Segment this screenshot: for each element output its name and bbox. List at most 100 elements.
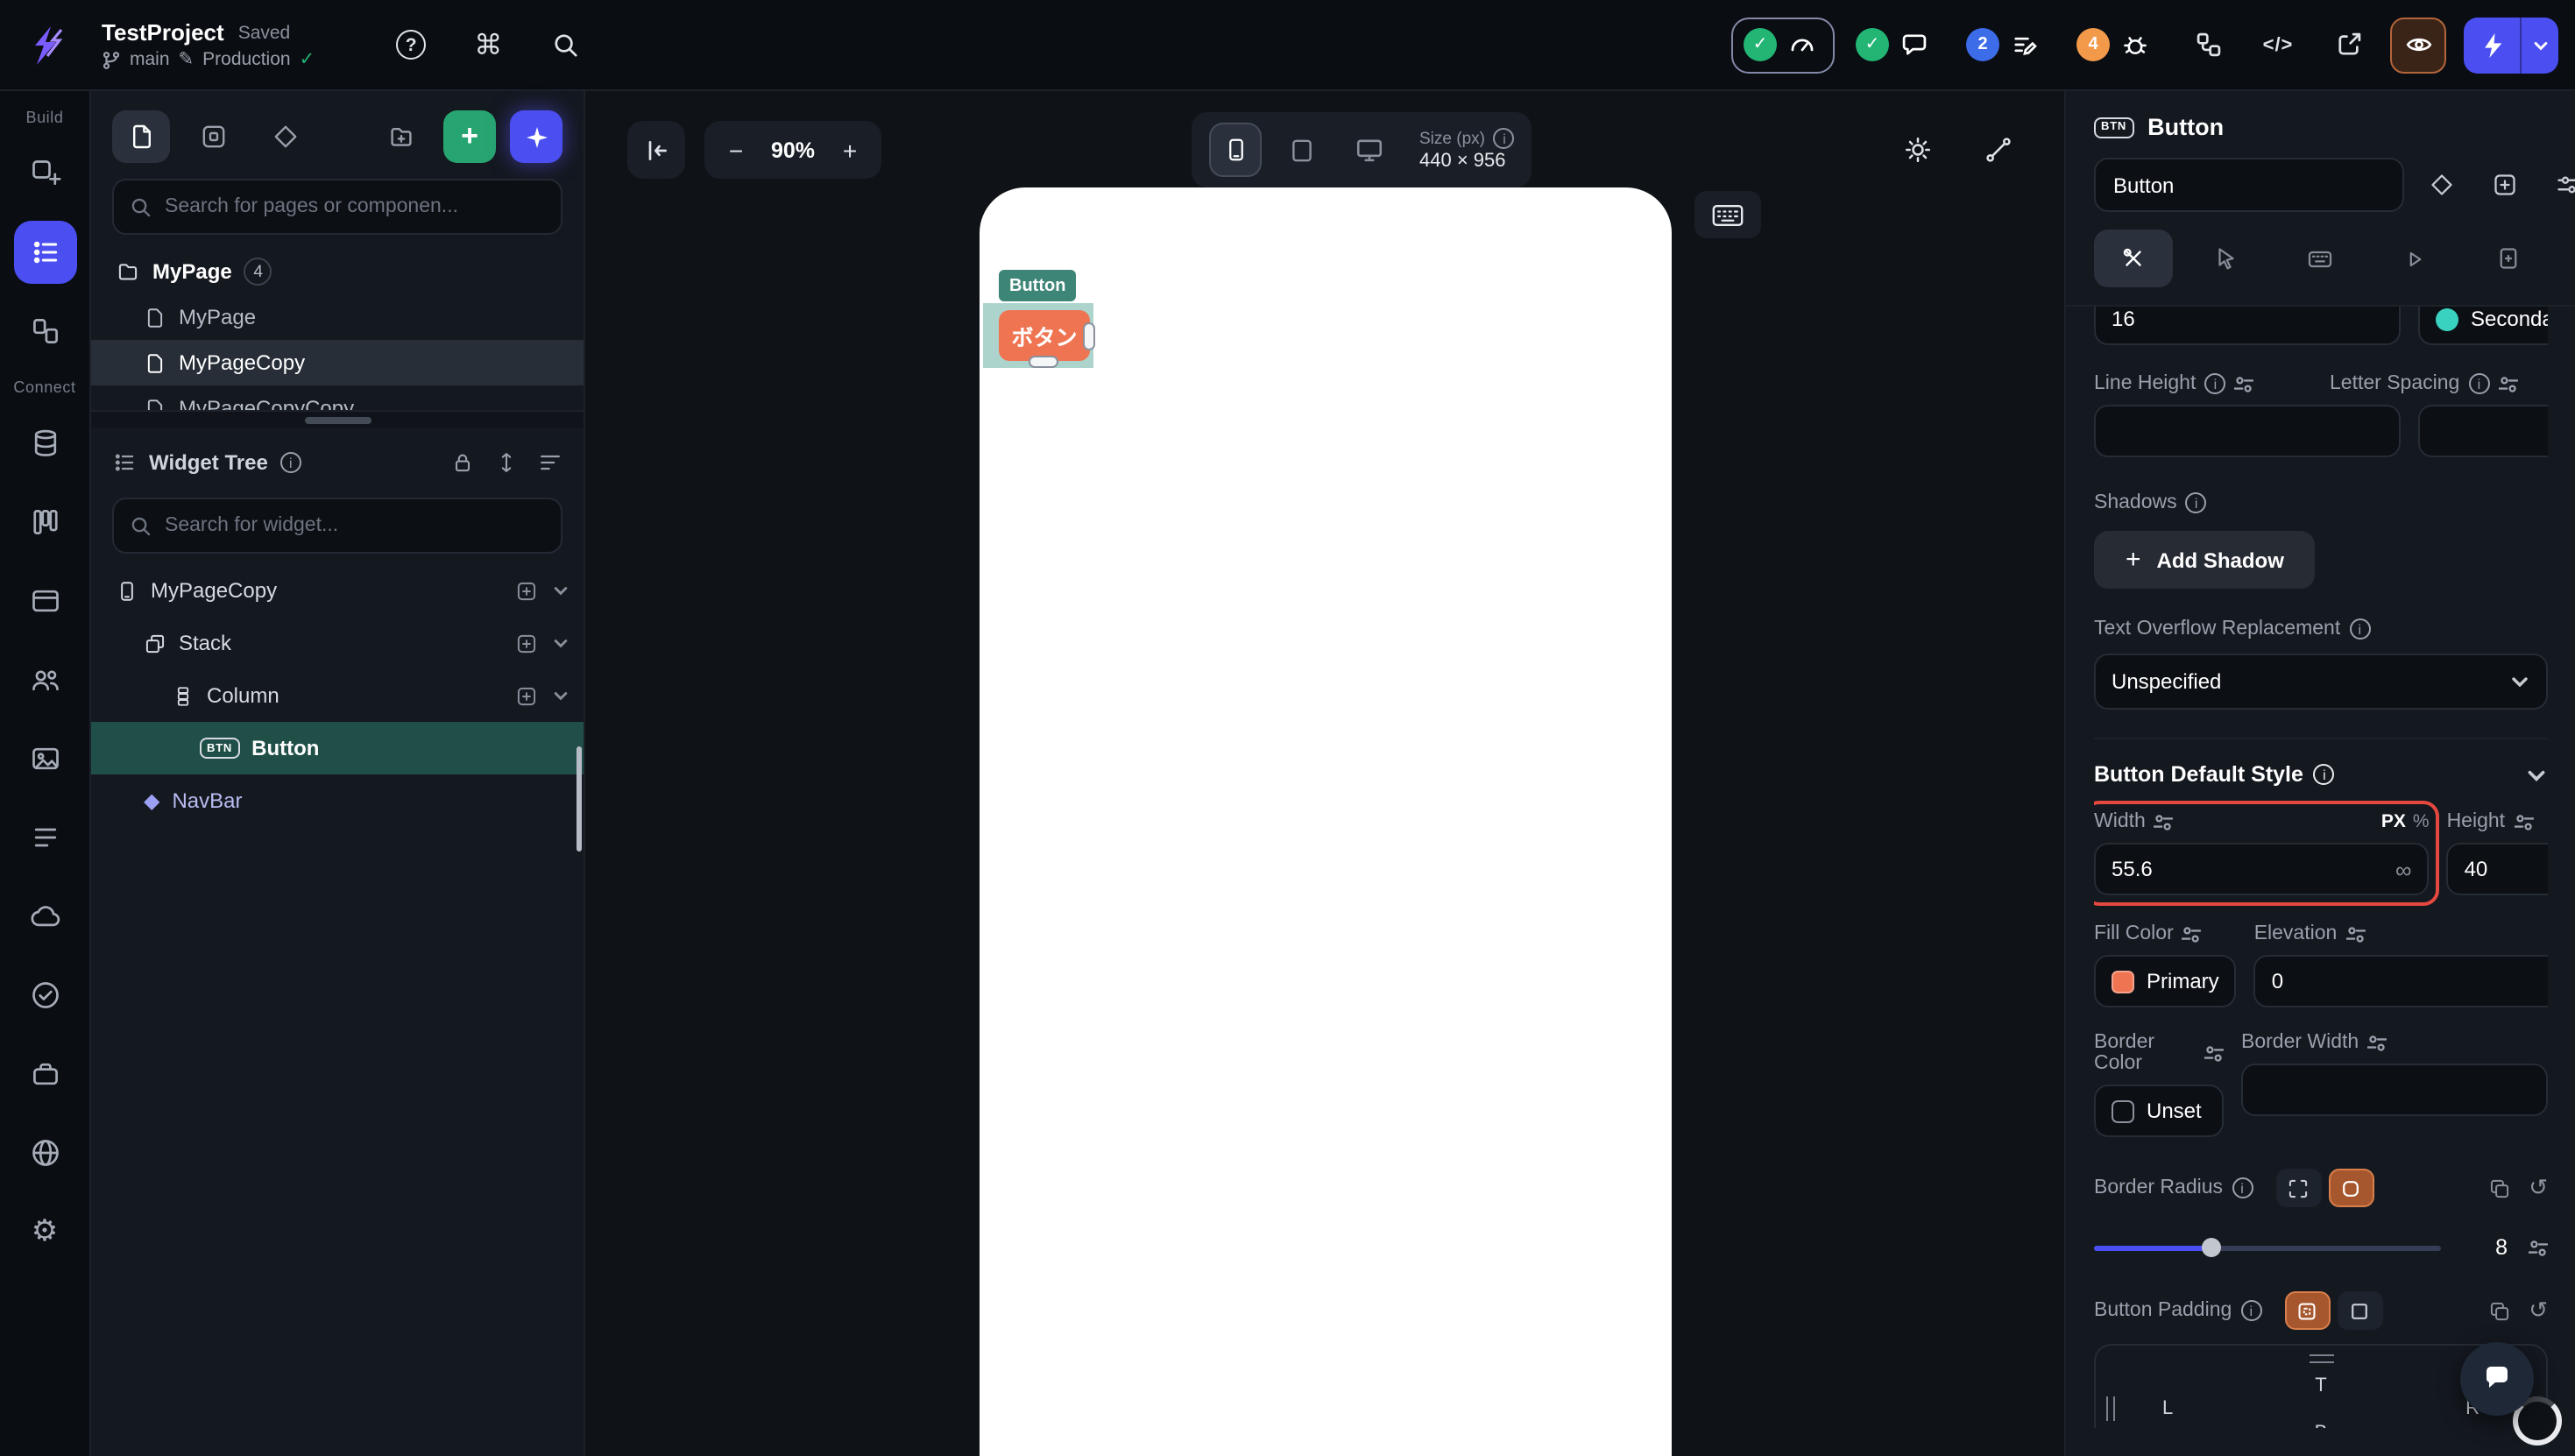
comments-status-pill[interactable]: ✓ [1845, 17, 1945, 73]
border-radius-slider[interactable] [2094, 1238, 2441, 1257]
px-unit-toggle[interactable]: PX [2381, 811, 2406, 832]
theme-style-button[interactable] [2416, 159, 2467, 210]
pages-search-input[interactable] [165, 196, 545, 217]
preview-button[interactable] [2390, 17, 2446, 73]
device-desktop-button[interactable] [1342, 123, 1395, 177]
text-overflow-dropdown[interactable]: Unspecified [2094, 654, 2548, 710]
border-radius-uniform-toggle[interactable] [2328, 1169, 2374, 1207]
issues-count-pill[interactable]: 4 [2066, 17, 2166, 73]
tree-node-column[interactable]: Column [91, 669, 584, 722]
set-from-variable-icon[interactable] [2154, 812, 2174, 831]
percent-unit-toggle[interactable]: % [2413, 811, 2430, 832]
set-from-variable-icon[interactable] [2345, 924, 2366, 944]
page-folder-row[interactable]: MyPage 4 [91, 249, 584, 294]
widget-name-input[interactable] [2094, 158, 2404, 212]
share-button[interactable] [2320, 17, 2376, 73]
expand-collapse-icon[interactable] [494, 450, 519, 475]
run-button[interactable] [2464, 17, 2522, 73]
chevron-down-icon[interactable] [552, 687, 569, 704]
fill-color-picker[interactable]: Primary [2094, 955, 2237, 1007]
lock-icon[interactable] [450, 450, 475, 475]
add-widget-icon[interactable] [515, 632, 538, 654]
save-as-component-button[interactable] [2479, 159, 2530, 210]
tab-data[interactable] [2281, 230, 2359, 287]
animation-curve-button[interactable] [1970, 121, 2027, 179]
resize-handle-bottom[interactable] [1029, 356, 1058, 368]
set-from-variable-icon[interactable] [2529, 1238, 2548, 1257]
section-collapse-icon[interactable] [2525, 763, 2548, 786]
nav-app-window[interactable] [13, 569, 76, 633]
tree-node-navbar[interactable]: ◆ NavBar [91, 774, 584, 827]
zoom-out-button[interactable]: − [715, 129, 757, 171]
keyboard-shortcuts-chip[interactable] [1694, 191, 1761, 238]
edit-branch-icon[interactable]: ✎ [179, 49, 195, 70]
readiness-check-pill[interactable]: ✓ [1731, 17, 1835, 73]
reset-icon[interactable]: ↺ [2529, 1297, 2548, 1325]
border-color-picker[interactable]: Unset [2094, 1085, 2224, 1137]
device-tablet-button[interactable] [1276, 123, 1328, 177]
page-list-item[interactable]: MyPage [91, 294, 584, 340]
flutterflow-logo[interactable] [0, 22, 91, 67]
panel-scrollbar[interactable] [577, 746, 582, 852]
ai-generate-button[interactable] [510, 110, 562, 163]
set-from-variable-icon[interactable] [2234, 374, 2254, 393]
theme-mode-button[interactable] [1889, 121, 1947, 179]
nav-widget-palette[interactable] [13, 142, 76, 205]
environment-name[interactable]: Production [202, 49, 290, 70]
border-width-input[interactable] [2241, 1064, 2548, 1116]
info-icon[interactable]: i [2240, 1300, 2262, 1321]
set-from-variable-icon[interactable] [2204, 1043, 2224, 1063]
set-from-variable-icon[interactable] [2498, 374, 2518, 393]
info-icon[interactable]: i [2232, 1177, 2253, 1198]
zoom-in-button[interactable]: + [829, 129, 871, 171]
help-button[interactable]: ? [388, 22, 434, 67]
add-widget-icon[interactable] [515, 579, 538, 602]
widget-search[interactable] [112, 498, 562, 554]
add-shadow-button[interactable]: + Add Shadow [2094, 531, 2316, 589]
info-icon[interactable]: i [2185, 492, 2207, 513]
resize-handle-right[interactable] [1083, 322, 1095, 350]
nav-media-assets[interactable] [13, 727, 76, 790]
components-tab-button[interactable] [184, 110, 242, 163]
page-list-item-selected[interactable]: MyPageCopy [91, 340, 584, 385]
border-radius-value[interactable]: 8 [2462, 1235, 2508, 1260]
set-from-variable-icon[interactable] [2514, 812, 2534, 831]
view-code-button[interactable]: </> [2250, 17, 2306, 73]
tab-documentation[interactable] [2470, 230, 2548, 287]
padding-left-handle[interactable] [2106, 1396, 2115, 1421]
add-folder-button[interactable] [371, 110, 429, 163]
slider-knob[interactable] [2202, 1238, 2222, 1257]
settings-sliders-button[interactable] [2543, 159, 2575, 210]
add-widget-icon[interactable] [515, 684, 538, 707]
info-icon[interactable]: i [2468, 373, 2490, 394]
project-name[interactable]: TestProject [102, 19, 224, 46]
design-canvas[interactable]: − 90% + Size (px) i 440 × 956 Button ボタン [585, 91, 2064, 1456]
selected-button-widget[interactable]: ボタン [999, 310, 1090, 361]
todo-count-pill[interactable]: 2 [1956, 17, 2055, 73]
settings-nav[interactable]: ⚙ [13, 1200, 76, 1263]
width-input-field[interactable]: ∞ [2094, 843, 2430, 895]
padding-uniform-toggle[interactable] [2284, 1291, 2331, 1330]
tab-animations[interactable] [2376, 230, 2454, 287]
tab-interactions[interactable] [2188, 230, 2266, 287]
info-icon[interactable]: i [2204, 373, 2226, 394]
elevation-input[interactable] [2253, 955, 2548, 1007]
inspector-scroll-area[interactable]: Secondary Line Height i Letter Spacing i S… [2094, 307, 2548, 1428]
page-list-item[interactable]: MyPageCopyCopy [91, 385, 584, 410]
collapse-panel-button[interactable] [627, 121, 685, 179]
padding-advanced-toggle[interactable] [2337, 1291, 2383, 1330]
widget-search-input[interactable] [165, 515, 545, 536]
chat-launcher-button[interactable] [2460, 1342, 2534, 1416]
size-info-icon[interactable]: i [1493, 128, 1515, 149]
tab-properties[interactable] [2094, 230, 2173, 287]
nav-cloud-functions[interactable] [13, 885, 76, 948]
search-button[interactable] [542, 22, 588, 67]
tree-node-page[interactable]: MyPageCopy [91, 564, 584, 617]
border-radius-advanced-toggle[interactable] [2275, 1169, 2322, 1207]
height-input-field[interactable]: ∞ [2446, 843, 2548, 895]
infinity-icon[interactable]: ∞ [2395, 856, 2412, 882]
padding-top-handle[interactable] [2309, 1354, 2333, 1363]
text-color-dropdown[interactable]: Secondary [2418, 307, 2548, 345]
nav-team[interactable] [13, 648, 76, 711]
nav-database[interactable] [13, 412, 76, 475]
